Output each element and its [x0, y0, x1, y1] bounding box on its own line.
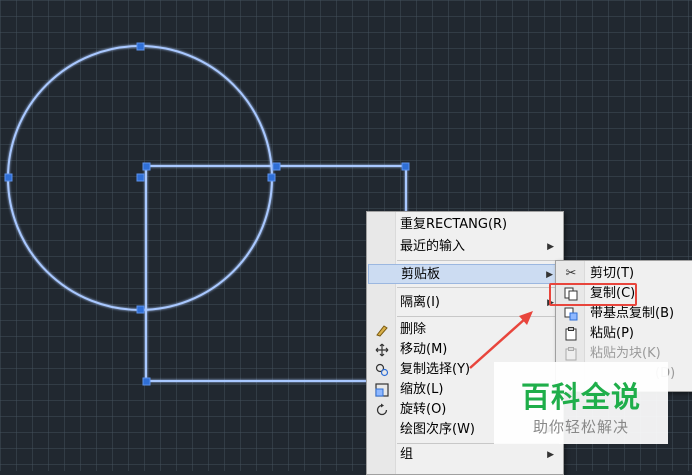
scale-icon — [374, 382, 390, 398]
menu-item-recent-input[interactable]: 最近的输入 ▶ — [368, 237, 562, 257]
menu-item-label: 隔离(I) — [400, 295, 440, 310]
copy-selection-icon — [374, 362, 390, 378]
grip[interactable] — [136, 305, 145, 314]
submenu-arrow-icon: ▶ — [547, 450, 554, 460]
grips — [4, 42, 410, 386]
menu-item-repeat-rectang[interactable]: 重复RECTANG(R) — [368, 215, 562, 235]
paste-block-icon — [563, 346, 579, 362]
menu-item-label: 剪切(T) — [590, 266, 635, 281]
menu-item-copy-with-basepoint[interactable]: 带基点复制(B) — [557, 304, 692, 324]
grip[interactable] — [401, 162, 410, 171]
grip[interactable] — [272, 162, 281, 171]
menu-item-label: 带基点复制(B) — [590, 306, 675, 321]
menu-item-label: 重复RECTANG(R) — [400, 217, 508, 232]
menu-item-label: 粘贴为块(K) — [590, 346, 661, 361]
menu-item-label: 组 — [400, 447, 414, 462]
menu-separator — [397, 316, 559, 317]
grip[interactable] — [142, 162, 151, 171]
eraser-icon — [374, 322, 390, 338]
menu-item-label: 绘图次序(W) — [400, 422, 475, 437]
menu-item-label: 剪贴板 — [401, 267, 441, 282]
rotate-icon — [374, 402, 390, 418]
menu-item-erase[interactable]: 删除 — [368, 320, 562, 340]
watermark-title: 百科全说 — [520, 380, 641, 414]
grip[interactable] — [267, 173, 276, 182]
menu-item-clipboard[interactable]: 剪贴板 ▶ — [368, 264, 562, 284]
watermark-subtitle: 助你轻松解决 — [532, 418, 629, 436]
submenu-arrow-icon: ▶ — [547, 242, 554, 252]
menu-separator — [397, 260, 559, 261]
paste-icon — [563, 326, 579, 342]
menu-item-cut[interactable]: ✂ 剪切(T) — [557, 264, 692, 284]
menu-item-isolate[interactable]: 隔离(I) ▶ — [368, 293, 562, 313]
copy-basepoint-icon — [563, 306, 579, 322]
menu-item-label: 复制选择(Y) — [400, 362, 471, 377]
menu-item-group[interactable]: 组 ▶ — [368, 445, 562, 465]
menu-item-paste[interactable]: 粘贴(P) — [557, 324, 692, 344]
grip[interactable] — [136, 42, 145, 51]
menu-item-label: 移动(M) — [400, 342, 448, 357]
grip[interactable] — [142, 377, 151, 386]
grip[interactable] — [4, 173, 13, 182]
menu-item-label: 缩放(L) — [400, 382, 444, 397]
menu-item-label: 删除 — [400, 322, 427, 337]
move-icon — [374, 342, 390, 358]
menu-item-move[interactable]: 移动(M) — [368, 340, 562, 360]
menu-item-label: 旋转(O) — [400, 402, 447, 417]
menu-item-paste-as-block[interactable]: 粘贴为块(K) — [557, 344, 692, 364]
scissors-icon: ✂ — [565, 266, 577, 281]
submenu-arrow-icon: ▶ — [546, 270, 553, 280]
watermark: 百科全说 助你轻松解决 — [494, 362, 668, 444]
grip[interactable] — [136, 173, 145, 182]
menu-item-label: 最近的输入 — [400, 239, 466, 254]
menu-item-label: 粘贴(P) — [590, 326, 634, 341]
menu-separator — [397, 287, 559, 288]
copy-highlight-box — [549, 283, 637, 306]
